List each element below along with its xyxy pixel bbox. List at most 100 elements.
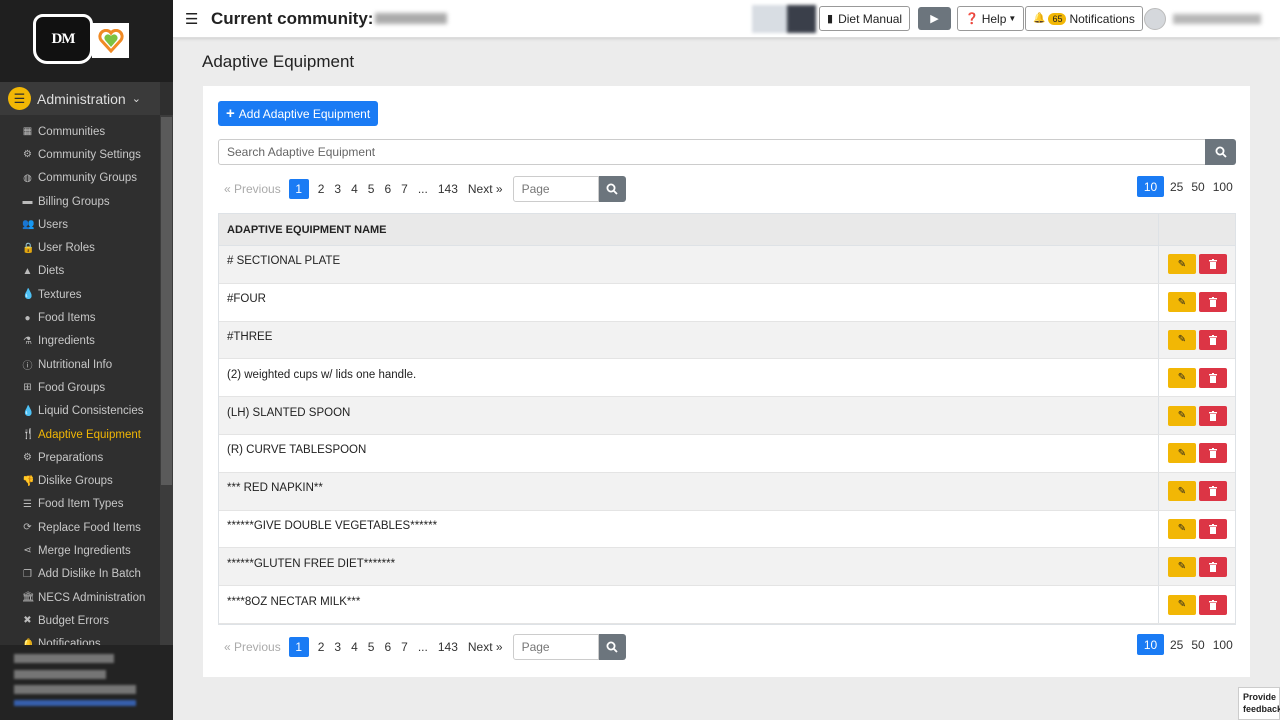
page-size-option[interactable]: 100 bbox=[1213, 180, 1233, 194]
redacted-community-name[interactable] bbox=[375, 13, 447, 24]
sidebar-item-communities[interactable]: ▦ Communities bbox=[0, 120, 160, 143]
sidebar-item-notifications[interactable]: 🔔 Notifications bbox=[0, 633, 160, 645]
page-link[interactable]: 7 bbox=[399, 640, 410, 654]
edit-button[interactable]: ✎ bbox=[1168, 518, 1196, 539]
edit-button[interactable]: ✎ bbox=[1168, 443, 1196, 464]
last-page-link[interactable]: 143 bbox=[436, 640, 460, 654]
add-button-label: Add Adaptive Equipment bbox=[238, 106, 371, 121]
go-to-page-button[interactable] bbox=[598, 634, 626, 660]
sidebar-item-food-item-types[interactable]: ☰ Food Item Types bbox=[0, 493, 160, 516]
page-link[interactable]: 3 bbox=[332, 182, 343, 196]
sidebar-item-community-settings[interactable]: ⚙ Community Settings bbox=[0, 143, 160, 166]
delete-button[interactable] bbox=[1199, 481, 1227, 502]
page-size-option[interactable]: 25 bbox=[1170, 180, 1183, 194]
delete-button[interactable] bbox=[1199, 556, 1227, 577]
help-dropdown-button[interactable]: ❓ Help ▼ bbox=[957, 6, 1025, 31]
redacted-link[interactable] bbox=[14, 700, 136, 706]
page-link-current[interactable]: 1 bbox=[288, 637, 309, 657]
sitemap-icon: ⊞ bbox=[23, 382, 32, 394]
sidebar-item-textures[interactable]: 💧 Textures bbox=[0, 283, 160, 306]
row-actions: ✎ bbox=[1168, 254, 1227, 275]
page-size-option[interactable]: 25 bbox=[1170, 638, 1183, 652]
sidebar-item-ingredients[interactable]: ⚗ Ingredients bbox=[0, 330, 160, 353]
redacted-user-name[interactable] bbox=[1173, 14, 1261, 24]
edit-button[interactable]: ✎ bbox=[1168, 556, 1196, 577]
notifications-button[interactable]: 🔔 65 Notifications bbox=[1025, 6, 1143, 31]
page-link[interactable]: 6 bbox=[382, 182, 393, 196]
page-size-option-current[interactable]: 10 bbox=[1137, 176, 1164, 197]
provide-feedback-button[interactable]: Provide feedback bbox=[1238, 687, 1280, 720]
sidebar-item-adaptive-equipment[interactable]: 🍴 Adaptive Equipment bbox=[0, 423, 160, 446]
edit-button[interactable]: ✎ bbox=[1168, 367, 1196, 388]
edit-button[interactable]: ✎ bbox=[1168, 292, 1196, 313]
page-link[interactable]: 4 bbox=[349, 182, 360, 196]
delete-button[interactable] bbox=[1199, 405, 1227, 426]
edit-button[interactable]: ✎ bbox=[1168, 329, 1196, 350]
page-size-option[interactable]: 100 bbox=[1213, 638, 1233, 652]
diet-manual-button[interactable]: ▮ Diet Manual bbox=[819, 6, 911, 31]
column-header-name[interactable]: ADAPTIVE EQUIPMENT NAME bbox=[219, 214, 1159, 245]
sidebar-item-necs-administration[interactable]: 🏛 NECS Administration bbox=[0, 586, 160, 609]
sidebar-item-food-groups[interactable]: ⊞ Food Groups bbox=[0, 376, 160, 399]
delete-button[interactable] bbox=[1199, 367, 1227, 388]
sidebar-item-community-groups[interactable]: ◍ Community Groups bbox=[0, 167, 160, 190]
sidebar-item-add-dislike-in-batch[interactable]: ❐ Add Dislike In Batch bbox=[0, 563, 160, 586]
sidebar-item-nutritional-info[interactable]: ⓘ Nutritional Info bbox=[0, 353, 160, 376]
equipment-name-cell: *** RED NAPKIN** bbox=[219, 472, 1159, 510]
delete-button[interactable] bbox=[1199, 518, 1227, 539]
sidebar-item-merge-ingredients[interactable]: ⋖ Merge Ingredients bbox=[0, 539, 160, 562]
page-link[interactable]: 7 bbox=[399, 182, 410, 196]
edit-button[interactable]: ✎ bbox=[1168, 481, 1196, 502]
page-link[interactable]: 6 bbox=[382, 640, 393, 654]
previous-page-link[interactable]: « Previous bbox=[222, 640, 283, 654]
trash-icon bbox=[1209, 523, 1217, 534]
page-link[interactable]: 5 bbox=[366, 640, 377, 654]
page-link[interactable]: 2 bbox=[316, 640, 327, 654]
dining-manager-logo[interactable]: DM bbox=[33, 14, 93, 64]
sidebar-item-budget-errors[interactable]: ✖ Budget Errors bbox=[0, 609, 160, 632]
search-button[interactable] bbox=[1205, 139, 1236, 165]
sidebar-item-replace-food-items[interactable]: ⟳ Replace Food Items bbox=[0, 516, 160, 539]
sidebar-item-liquid-consistencies[interactable]: 💧 Liquid Consistencies bbox=[0, 400, 160, 423]
page-number-input[interactable]: Page bbox=[512, 176, 599, 202]
page-size-option[interactable]: 50 bbox=[1191, 638, 1204, 652]
sidebar-item-dislike-groups[interactable]: 👎 Dislike Groups bbox=[0, 469, 160, 492]
edit-button[interactable]: ✎ bbox=[1168, 254, 1196, 275]
delete-button[interactable] bbox=[1199, 443, 1227, 464]
sidebar-item-billing-groups[interactable]: ▬ Billing Groups bbox=[0, 190, 160, 213]
add-adaptive-equipment-button[interactable]: + Add Adaptive Equipment bbox=[218, 101, 379, 126]
play-button[interactable]: ▶ bbox=[918, 7, 951, 30]
sidebar-item-users[interactable]: 👥 Users bbox=[0, 213, 160, 236]
sidebar-scrollbar-thumb[interactable] bbox=[161, 117, 172, 485]
page-size-option-current[interactable]: 10 bbox=[1137, 634, 1164, 655]
page-link-current[interactable]: 1 bbox=[288, 179, 309, 199]
hamburger-menu-icon[interactable]: ☰ bbox=[185, 10, 198, 28]
delete-button[interactable] bbox=[1199, 292, 1227, 313]
search-input[interactable]: Search Adaptive Equipment bbox=[218, 139, 1206, 165]
administration-menu-toggle[interactable]: ☰ Administration ⌄ bbox=[0, 82, 160, 115]
last-page-link[interactable]: 143 bbox=[436, 182, 460, 196]
page-link[interactable]: 2 bbox=[316, 182, 327, 196]
edit-button[interactable]: ✎ bbox=[1168, 405, 1196, 426]
next-page-link[interactable]: Next » bbox=[466, 640, 505, 654]
sidebar-item-label: Billing Groups bbox=[38, 195, 110, 208]
delete-button[interactable] bbox=[1199, 254, 1227, 275]
sidebar-item-preparations[interactable]: ⚙ Preparations bbox=[0, 446, 160, 469]
chevron-down-icon: ⌄ bbox=[131, 93, 141, 105]
delete-button[interactable] bbox=[1199, 329, 1227, 350]
sidebar-item-diets[interactable]: ▲ Diets bbox=[0, 260, 160, 283]
sidebar-item-food-items[interactable]: ● Food Items bbox=[0, 306, 160, 329]
next-page-link[interactable]: Next » bbox=[466, 182, 505, 196]
previous-page-link[interactable]: « Previous bbox=[222, 182, 283, 196]
delete-button[interactable] bbox=[1199, 594, 1227, 615]
equipment-name-cell: # SECTIONAL PLATE bbox=[219, 246, 1159, 283]
page-link[interactable]: 3 bbox=[332, 640, 343, 654]
edit-button[interactable]: ✎ bbox=[1168, 594, 1196, 615]
page-number-input[interactable]: Page bbox=[512, 634, 599, 660]
go-to-page-button[interactable] bbox=[598, 176, 626, 202]
page-size-option[interactable]: 50 bbox=[1191, 180, 1204, 194]
sidebar-item-user-roles[interactable]: 🔒 User Roles bbox=[0, 236, 160, 259]
user-avatar[interactable] bbox=[1144, 8, 1166, 30]
page-link[interactable]: 5 bbox=[366, 182, 377, 196]
page-link[interactable]: 4 bbox=[349, 640, 360, 654]
